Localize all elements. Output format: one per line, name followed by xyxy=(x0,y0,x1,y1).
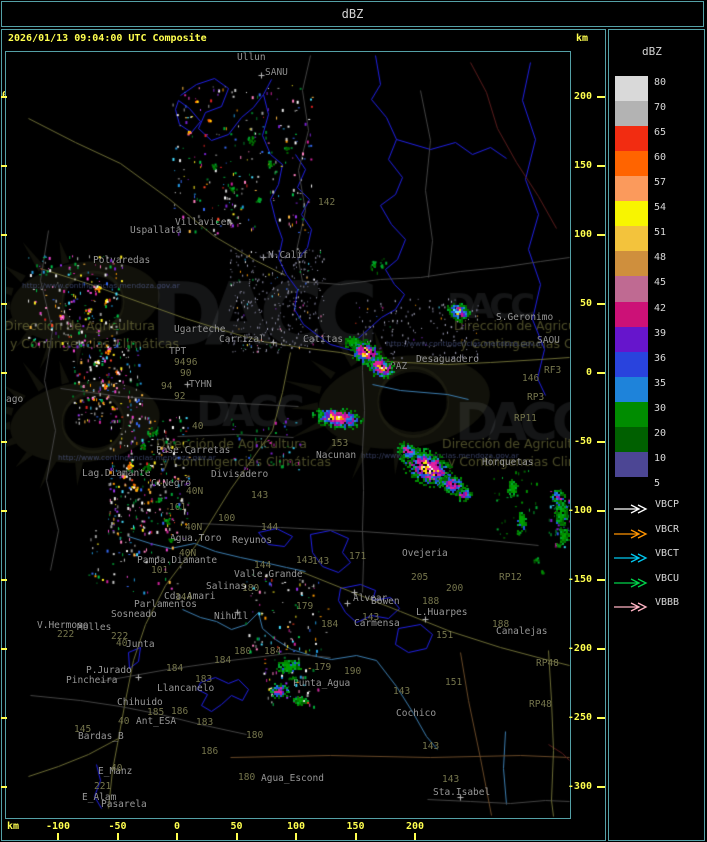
legend-value-label: 39 xyxy=(654,327,667,339)
legend-value-label: 36 xyxy=(654,352,667,364)
right-axis-tick-label: 200 xyxy=(573,91,592,102)
right-axis-tick xyxy=(597,234,605,236)
legend-value-label: 70 xyxy=(654,102,667,114)
legend-value-label: 57 xyxy=(654,177,667,189)
legend-swatch xyxy=(615,151,648,177)
left-axis-tick xyxy=(1,579,7,581)
legend-value-label: 35 xyxy=(654,377,667,389)
left-axis-tick xyxy=(1,303,7,305)
bottom-axis-tick-label: 100 xyxy=(286,821,306,832)
page-title: dBZ xyxy=(341,7,364,21)
legend-swatch xyxy=(615,101,648,127)
legend-value-label: 60 xyxy=(654,152,667,164)
bottom-axis-tick xyxy=(414,833,416,840)
left-axis-tick xyxy=(1,372,7,374)
left-axis-tick xyxy=(1,786,7,788)
bottom-axis-tick-label: 50 xyxy=(230,821,243,832)
vector-label: VBCR xyxy=(655,524,680,535)
left-axis-tick xyxy=(1,441,7,443)
legend-swatch xyxy=(615,426,648,452)
radar-echo-canvas xyxy=(6,52,570,818)
left-axis-tick xyxy=(1,648,7,650)
legend-swatch xyxy=(615,251,648,277)
right-axis-tick-label: 100 xyxy=(573,229,592,240)
right-axis-tick xyxy=(597,579,605,581)
vector-label: VBCP xyxy=(655,499,680,510)
legend-swatch xyxy=(615,451,648,477)
left-axis-tick xyxy=(1,510,7,512)
vector-label: VBCU xyxy=(655,573,680,584)
right-axis-tick xyxy=(597,786,605,788)
vector-arrow-icon xyxy=(612,574,652,588)
legend-swatch xyxy=(615,201,648,227)
map-frame: UllunSANU142VillavicenUspallataPolvareda… xyxy=(5,51,571,819)
right-axis-tick xyxy=(597,165,605,167)
bottom-axis-tick xyxy=(235,833,238,840)
bottom-axis-tick-label: -50 xyxy=(108,821,127,832)
right-axis-tick xyxy=(597,372,605,374)
legend-swatch xyxy=(615,301,648,327)
legend-swatch xyxy=(615,376,648,402)
legend-swatch xyxy=(615,226,648,252)
bottom-axis-tick-label: -100 xyxy=(45,821,71,832)
legend-swatch xyxy=(615,351,648,377)
legend-value-label: 51 xyxy=(654,227,667,239)
right-axis-tick xyxy=(597,717,605,719)
legend-value-label: 10 xyxy=(654,452,667,464)
legend-swatch xyxy=(615,276,648,302)
legend-swatch xyxy=(615,176,648,202)
left-axis-tick xyxy=(1,234,7,236)
legend-title: dBZ xyxy=(642,45,662,58)
legend-value-label: 54 xyxy=(654,202,667,214)
legend-value-label: 30 xyxy=(654,402,667,414)
legend-value-label: 45 xyxy=(654,277,667,289)
right-axis-tick-label: -100 xyxy=(567,505,592,516)
right-axis-tick xyxy=(597,303,605,305)
bottom-axis-tick xyxy=(57,833,59,840)
legend-swatch xyxy=(615,326,648,352)
right-axis-tick xyxy=(597,510,605,512)
vector-arrow-icon xyxy=(612,525,652,539)
right-axis-tick-label: -250 xyxy=(567,712,592,723)
right-axis-tick-label: 150 xyxy=(573,160,592,171)
vector-arrow-icon xyxy=(612,598,652,612)
radar-composite-app: dBZ 2026/01/13 09:04:00 UTC Composite km… xyxy=(0,0,707,842)
right-axis-tick xyxy=(597,441,605,443)
bottom-axis-tick-label: 200 xyxy=(405,821,425,832)
legend-value-label: 42 xyxy=(654,302,667,314)
left-axis-tick xyxy=(1,717,7,719)
right-axis-tick-label: 50 xyxy=(579,298,592,309)
vector-label: VBCT xyxy=(655,548,680,559)
bottom-axis-tick xyxy=(176,833,178,840)
legend-value-label: 20 xyxy=(654,427,667,439)
legend-swatch xyxy=(615,126,648,152)
right-axis-tick-label: -50 xyxy=(573,436,592,447)
right-axis-tick-label: -200 xyxy=(567,643,592,654)
legend-swatch xyxy=(615,401,648,427)
bottom-axis-tick-label: 0 xyxy=(173,821,181,832)
left-axis-tick xyxy=(1,165,7,167)
bottom-axis-tick xyxy=(295,833,297,840)
legend-value-label: 5 xyxy=(654,477,661,489)
right-axis-tick xyxy=(597,96,605,98)
legend-value-label: 65 xyxy=(654,127,667,139)
bottom-axis-tick xyxy=(354,833,357,840)
title-bar: dBZ xyxy=(1,1,704,27)
bottom-axis-tick-label: 150 xyxy=(346,821,365,832)
vector-arrow-icon xyxy=(612,500,652,514)
header-km-unit: km xyxy=(576,33,589,44)
vector-label: VBBB xyxy=(655,597,680,608)
left-axis-tick xyxy=(1,96,7,98)
right-axis-tick-label: -300 xyxy=(567,781,592,792)
legend-swatch xyxy=(615,76,648,102)
bottom-axis-tick xyxy=(116,833,119,840)
right-axis-tick xyxy=(597,648,605,650)
timestamp-label: 2026/01/13 09:04:00 UTC Composite xyxy=(8,33,207,44)
bottom-axis-unit: km xyxy=(7,821,20,832)
legend-value-label: 48 xyxy=(654,252,667,264)
vector-arrow-icon xyxy=(612,549,652,563)
legend-value-label: 80 xyxy=(654,77,667,88)
right-axis-tick-label: -150 xyxy=(567,574,592,585)
right-axis-tick-label: 0 xyxy=(585,367,592,378)
